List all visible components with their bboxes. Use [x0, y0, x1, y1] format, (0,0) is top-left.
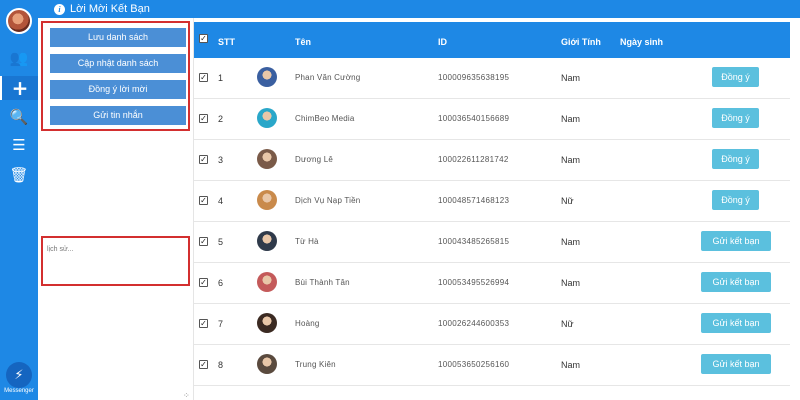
send-request-button[interactable]: Gửi kết bạn — [701, 272, 771, 292]
row-id: 100048571468123 — [438, 196, 510, 205]
resize-grip-icon[interactable]: ⁘ — [183, 391, 190, 400]
table-row: ✓ 3 Dương Lê 100022611281742 Nam Đồng ý — [194, 140, 790, 181]
row-stt: 3 — [218, 155, 224, 165]
table-row: ✓ 1 Phan Văn Cường 100009635638195 Nam Đồng ý — [194, 58, 790, 99]
send-message-button[interactable]: Gửi tin nhắn — [50, 106, 186, 125]
row-name: Phan Văn Cường — [295, 73, 361, 82]
app-root: 👥 + 🔍 ☰ 🗑 ⚡ Messenger i Lời Mời Kết Bạn … — [0, 0, 800, 400]
row-name: Hoàng — [295, 319, 320, 328]
row-name: Từ Hà — [295, 237, 319, 246]
history-box — [41, 236, 190, 286]
row-stt: 1 — [218, 73, 224, 83]
row-checkbox[interactable]: ✓ — [199, 73, 208, 82]
row-stt: 8 — [218, 360, 224, 370]
row-gender: Nam — [561, 360, 581, 370]
header-stt: STT — [218, 37, 235, 47]
row-checkbox[interactable]: ✓ — [199, 114, 208, 123]
row-name: Bùi Thành Tân — [295, 278, 350, 287]
row-avatar[interactable] — [257, 313, 277, 333]
row-avatar[interactable] — [257, 272, 277, 292]
row-gender: Nam — [561, 237, 581, 247]
row-name: ChimBeo Media — [295, 114, 355, 123]
send-request-button[interactable]: Gửi kết bạn — [701, 313, 771, 333]
row-avatar[interactable] — [257, 149, 277, 169]
table-row: ✓ 6 Bùi Thành Tân 100053495526994 Nam Gửi kết… — [194, 263, 790, 304]
row-checkbox[interactable]: ✓ — [199, 360, 208, 369]
user-avatar[interactable] — [6, 8, 32, 34]
send-request-button[interactable]: Gửi kết bạn — [701, 231, 771, 251]
row-gender: Nam — [561, 155, 581, 165]
table-header: ✓ STT Tên ID Giới Tính Ngày sinh — [194, 22, 790, 58]
row-checkbox[interactable]: ✓ — [199, 196, 208, 205]
history-textarea[interactable] — [43, 238, 188, 284]
row-avatar[interactable] — [257, 108, 277, 128]
row-id: 100026244600353 — [438, 319, 510, 328]
row-id: 100043485265815 — [438, 237, 510, 246]
left-rail: 👥 + 🔍 ☰ 🗑 ⚡ Messenger — [0, 0, 38, 400]
messenger-icon[interactable]: ⚡ — [6, 362, 32, 388]
accept-button[interactable]: Đồng ý — [712, 190, 759, 210]
row-checkbox[interactable]: ✓ — [199, 278, 208, 287]
row-stt: 6 — [218, 278, 224, 288]
row-avatar[interactable] — [257, 67, 277, 87]
row-gender: Nữ — [561, 319, 574, 329]
page-title: Lời Mời Kết Bạn — [70, 3, 150, 15]
action-panel: Lưu danh sách Cập nhật danh sách Đồng ý … — [38, 18, 194, 400]
plus-icon[interactable]: + — [0, 76, 38, 100]
friend-requests-table: ✓ STT Tên ID Giới Tính Ngày sinh ✓ 1 Phan … — [194, 22, 790, 400]
row-stt: 7 — [218, 319, 224, 329]
search-zoom-icon[interactable]: 🔍 — [0, 105, 38, 129]
row-id: 100053650256160 — [438, 360, 510, 369]
select-all-checkbox[interactable]: ✓ — [199, 34, 208, 43]
accept-invites-button[interactable]: Đồng ý lời mời — [50, 80, 186, 99]
header-name: Tên — [295, 37, 312, 47]
users-icon[interactable]: 👥 — [0, 46, 38, 70]
table-body: ✓ 1 Phan Văn Cường 100009635638195 Nam Đồng ý… — [194, 58, 790, 386]
trash-icon[interactable]: 🗑 — [0, 163, 38, 187]
table-row: ✓ 2 ChimBeo Media 100036540156689 Nam Đồng ý — [194, 99, 790, 140]
row-gender: Nữ — [561, 196, 574, 206]
table-row: ✓ 8 Trung Kiên 100053650256160 Nam Gửi kết bạ… — [194, 345, 790, 386]
messenger-label: Messenger — [4, 388, 34, 394]
send-request-button[interactable]: Gửi kết bạn — [701, 354, 771, 374]
header-id: ID — [438, 37, 447, 47]
row-avatar[interactable] — [257, 231, 277, 251]
row-avatar[interactable] — [257, 190, 277, 210]
row-name: Dịch Vụ Nạp Tiền — [295, 196, 361, 205]
row-name: Trung Kiên — [295, 360, 336, 369]
layers-icon[interactable]: ☰ — [0, 133, 38, 157]
row-checkbox[interactable]: ✓ — [199, 319, 208, 328]
header-gender: Giới Tính — [561, 37, 601, 47]
save-list-button[interactable]: Lưu danh sách — [50, 28, 186, 47]
row-id: 100022611281742 — [438, 155, 509, 164]
table-row: ✓ 5 Từ Hà 100043485265815 Nam Gửi kết bạn — [194, 222, 790, 263]
accept-button[interactable]: Đồng ý — [712, 149, 759, 169]
accept-button[interactable]: Đồng ý — [712, 67, 759, 87]
row-stt: 4 — [218, 196, 224, 206]
row-checkbox[interactable]: ✓ — [199, 237, 208, 246]
action-buttons-group: Lưu danh sách Cập nhật danh sách Đồng ý … — [41, 21, 190, 131]
accept-button[interactable]: Đồng ý — [712, 108, 759, 128]
table-row: ✓ 7 Hoàng 100026244600353 Nữ Gửi kết bạn — [194, 304, 790, 345]
row-id: 100009635638195 — [438, 73, 510, 82]
table-row: ✓ 4 Dịch Vụ Nạp Tiền 100048571468123 Nữ Đồng … — [194, 181, 790, 222]
row-gender: Nam — [561, 114, 581, 124]
info-icon: i — [54, 3, 65, 15]
row-id: 100036540156689 — [438, 114, 510, 123]
row-stt: 2 — [218, 114, 224, 124]
row-avatar[interactable] — [257, 354, 277, 374]
header-birthday: Ngày sinh — [620, 37, 664, 47]
row-id: 100053495526994 — [438, 278, 510, 287]
update-list-button[interactable]: Cập nhật danh sách — [50, 54, 186, 73]
row-name: Dương Lê — [295, 155, 333, 164]
row-gender: Nam — [561, 278, 581, 288]
row-stt: 5 — [218, 237, 224, 247]
title-bar: i Lời Mời Kết Bạn — [38, 0, 800, 18]
row-gender: Nam — [561, 73, 581, 83]
row-checkbox[interactable]: ✓ — [199, 155, 208, 164]
